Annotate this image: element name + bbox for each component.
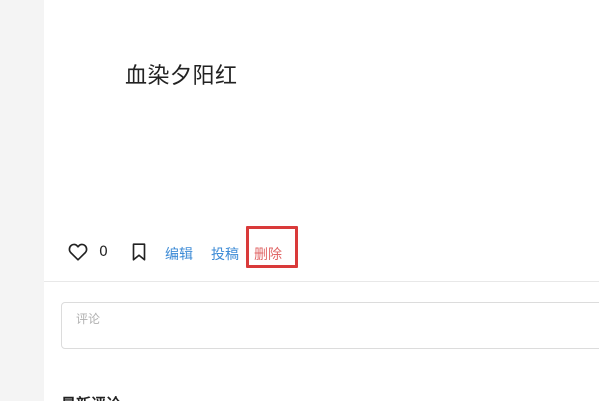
post-action-bar: 0 编辑 投稿 删除 [66,238,599,266]
bookmark-icon[interactable] [128,241,150,263]
like-count: 0 [99,244,108,260]
comment-input[interactable] [61,302,599,349]
latest-comments-heading: 最新评论 [61,393,121,401]
page: 血染夕阳红 0 编辑 投稿 删除 最新评论 [0,0,599,401]
edit-link[interactable]: 编辑 [165,244,193,264]
divider [44,281,599,282]
post-content: 血染夕阳红 [125,64,238,89]
delete-link[interactable]: 删除 [254,244,282,264]
heart-icon[interactable] [67,241,89,263]
post-detail: 血染夕阳红 0 编辑 投稿 删除 最新评论 [44,0,599,401]
left-gutter [0,0,44,401]
submit-link[interactable]: 投稿 [211,244,239,264]
